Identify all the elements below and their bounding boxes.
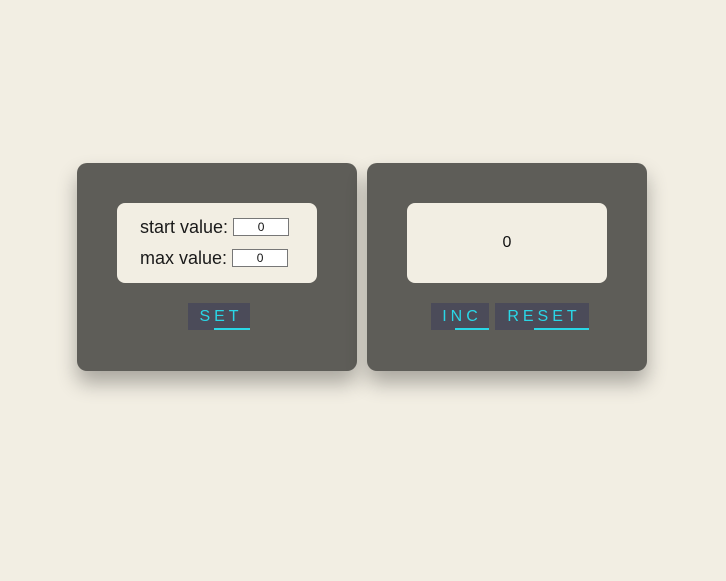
start-value-input[interactable] (233, 218, 290, 236)
inc-button[interactable]: INC (431, 303, 489, 330)
settings-screen: start value: max value: (117, 203, 317, 283)
counter-panel: 0 INC RESET (367, 163, 647, 371)
counter-screen: 0 (407, 203, 607, 283)
max-value-label: max value: (140, 247, 228, 268)
max-value-input[interactable] (232, 249, 289, 267)
max-value-row: max value: (140, 247, 289, 269)
start-value-label: start value: (140, 216, 229, 237)
settings-panel: start value: max value: SET (77, 163, 357, 371)
set-button[interactable]: SET (188, 303, 250, 330)
start-value-row: start value: (140, 216, 290, 238)
counter-value: 0 (502, 234, 512, 251)
reset-button[interactable]: RESET (495, 303, 589, 330)
